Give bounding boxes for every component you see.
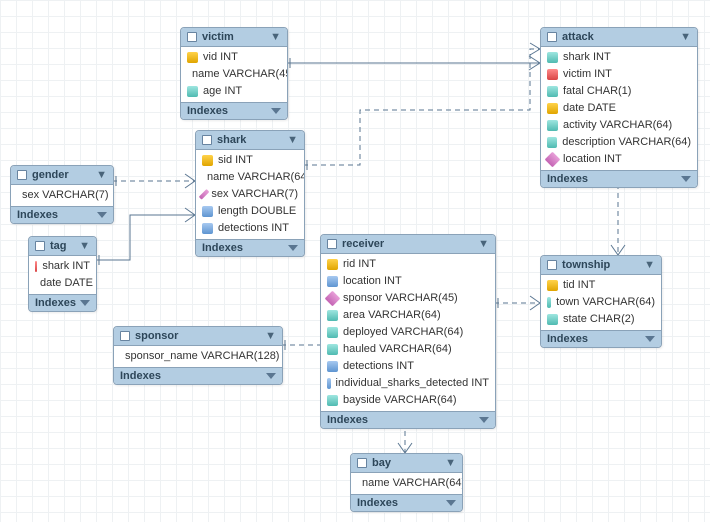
expand-icon (97, 212, 107, 218)
indexes-section[interactable]: Indexes (321, 411, 495, 428)
key-icon (547, 69, 558, 80)
column-icon (327, 310, 338, 321)
table-sponsor[interactable]: sponsor▼ sponsor_name VARCHAR(128) Index… (113, 326, 283, 385)
column-icon (547, 314, 558, 325)
indexes-section[interactable]: Indexes (196, 239, 304, 256)
table-icon (357, 458, 367, 468)
column-icon (327, 395, 338, 406)
expand-icon (681, 176, 691, 182)
column-icon (202, 206, 213, 217)
indexes-section[interactable]: Indexes (114, 367, 282, 384)
table-gender[interactable]: gender▼ sex VARCHAR(7) Indexes (10, 165, 114, 224)
table-header[interactable]: bay ▼ (351, 454, 462, 473)
column: vid INT (181, 49, 287, 66)
table-victim[interactable]: victim ▼ vid INT name VARCHAR(45) age INT… (180, 27, 288, 120)
fk-icon (545, 152, 561, 168)
chevron-down-icon: ▼ (680, 31, 691, 43)
column-icon (547, 52, 558, 63)
chevron-down-icon: ▼ (79, 240, 90, 252)
table-icon (202, 135, 212, 145)
column-icon (202, 223, 213, 234)
table-header[interactable]: shark ▼ (196, 131, 304, 150)
column: age INT (181, 83, 287, 100)
table-icon (187, 32, 197, 42)
key-icon (187, 52, 198, 63)
table-bay[interactable]: bay▼ name VARCHAR(64) Indexes (350, 453, 463, 512)
expand-icon (446, 500, 456, 506)
table-icon (547, 32, 557, 42)
table-title: township (562, 259, 610, 271)
chevron-down-icon: ▼ (287, 134, 298, 146)
table-title: victim (202, 31, 234, 43)
table-icon (547, 260, 557, 270)
expand-icon (271, 108, 281, 114)
table-shark[interactable]: shark▼ sid INT name VARCHAR(64) sex VARC… (195, 130, 305, 257)
chevron-down-icon: ▼ (265, 330, 276, 342)
table-icon (327, 239, 337, 249)
chevron-down-icon: ▼ (445, 457, 456, 469)
key-icon (547, 280, 558, 291)
chevron-down-icon: ▼ (478, 238, 489, 250)
table-title: attack (562, 31, 594, 43)
indexes-section[interactable]: Indexes (181, 102, 287, 119)
table-township[interactable]: township▼ tid INT town VARCHAR(64) state… (540, 255, 662, 348)
indexes-section[interactable]: Indexes (541, 330, 661, 347)
table-receiver[interactable]: receiver▼ rid INT location INT sponsor V… (320, 234, 496, 429)
expand-icon (80, 300, 90, 306)
table-title: shark (217, 134, 246, 146)
expand-icon (645, 336, 655, 342)
table-header[interactable]: attack ▼ (541, 28, 697, 47)
table-header[interactable]: sponsor ▼ (114, 327, 282, 346)
column-icon (327, 344, 338, 355)
table-icon (120, 331, 130, 341)
table-icon (17, 170, 27, 180)
fk-icon (199, 189, 210, 200)
key-icon (547, 103, 558, 114)
column-icon (547, 137, 557, 148)
column-icon (547, 120, 558, 131)
chevron-down-icon: ▼ (96, 169, 107, 181)
table-attack[interactable]: attack▼ shark INT victim INT fatal CHAR(… (540, 27, 698, 188)
chevron-down-icon: ▼ (270, 31, 281, 43)
key-icon (202, 155, 213, 166)
indexes-section[interactable]: Indexes (29, 294, 96, 311)
expand-icon (479, 417, 489, 423)
column-icon (327, 276, 338, 287)
table-title: tag (50, 240, 67, 252)
column-icon (547, 297, 551, 308)
table-header[interactable]: tag ▼ (29, 237, 96, 256)
table-title: receiver (342, 238, 384, 250)
table-icon (35, 241, 45, 251)
table-header[interactable]: receiver ▼ (321, 235, 495, 254)
expand-icon (266, 373, 276, 379)
chevron-down-icon: ▼ (644, 259, 655, 271)
column-icon (187, 86, 198, 97)
column-icon (327, 361, 338, 372)
table-title: gender (32, 169, 69, 181)
table-header[interactable]: township ▼ (541, 256, 661, 275)
table-tag[interactable]: tag▼ shark INT date DATE Indexes (28, 236, 97, 312)
column-icon (327, 378, 331, 389)
expand-icon (288, 245, 298, 251)
column-icon (547, 86, 558, 97)
table-title: sponsor (135, 330, 178, 342)
table-header[interactable]: victim ▼ (181, 28, 287, 47)
indexes-section[interactable]: Indexes (11, 206, 113, 223)
fk-icon (325, 291, 341, 307)
indexes-section[interactable]: Indexes (351, 494, 462, 511)
key-icon (327, 259, 338, 270)
table-header[interactable]: gender ▼ (11, 166, 113, 185)
erd-canvas[interactable]: victim ▼ vid INT name VARCHAR(45) age INT… (0, 0, 710, 522)
columns: vid INT name VARCHAR(45) age INT (181, 47, 287, 102)
column: name VARCHAR(45) (181, 66, 287, 83)
key-icon (35, 261, 37, 272)
column-icon (327, 327, 338, 338)
indexes-section[interactable]: Indexes (541, 170, 697, 187)
table-title: bay (372, 457, 391, 469)
